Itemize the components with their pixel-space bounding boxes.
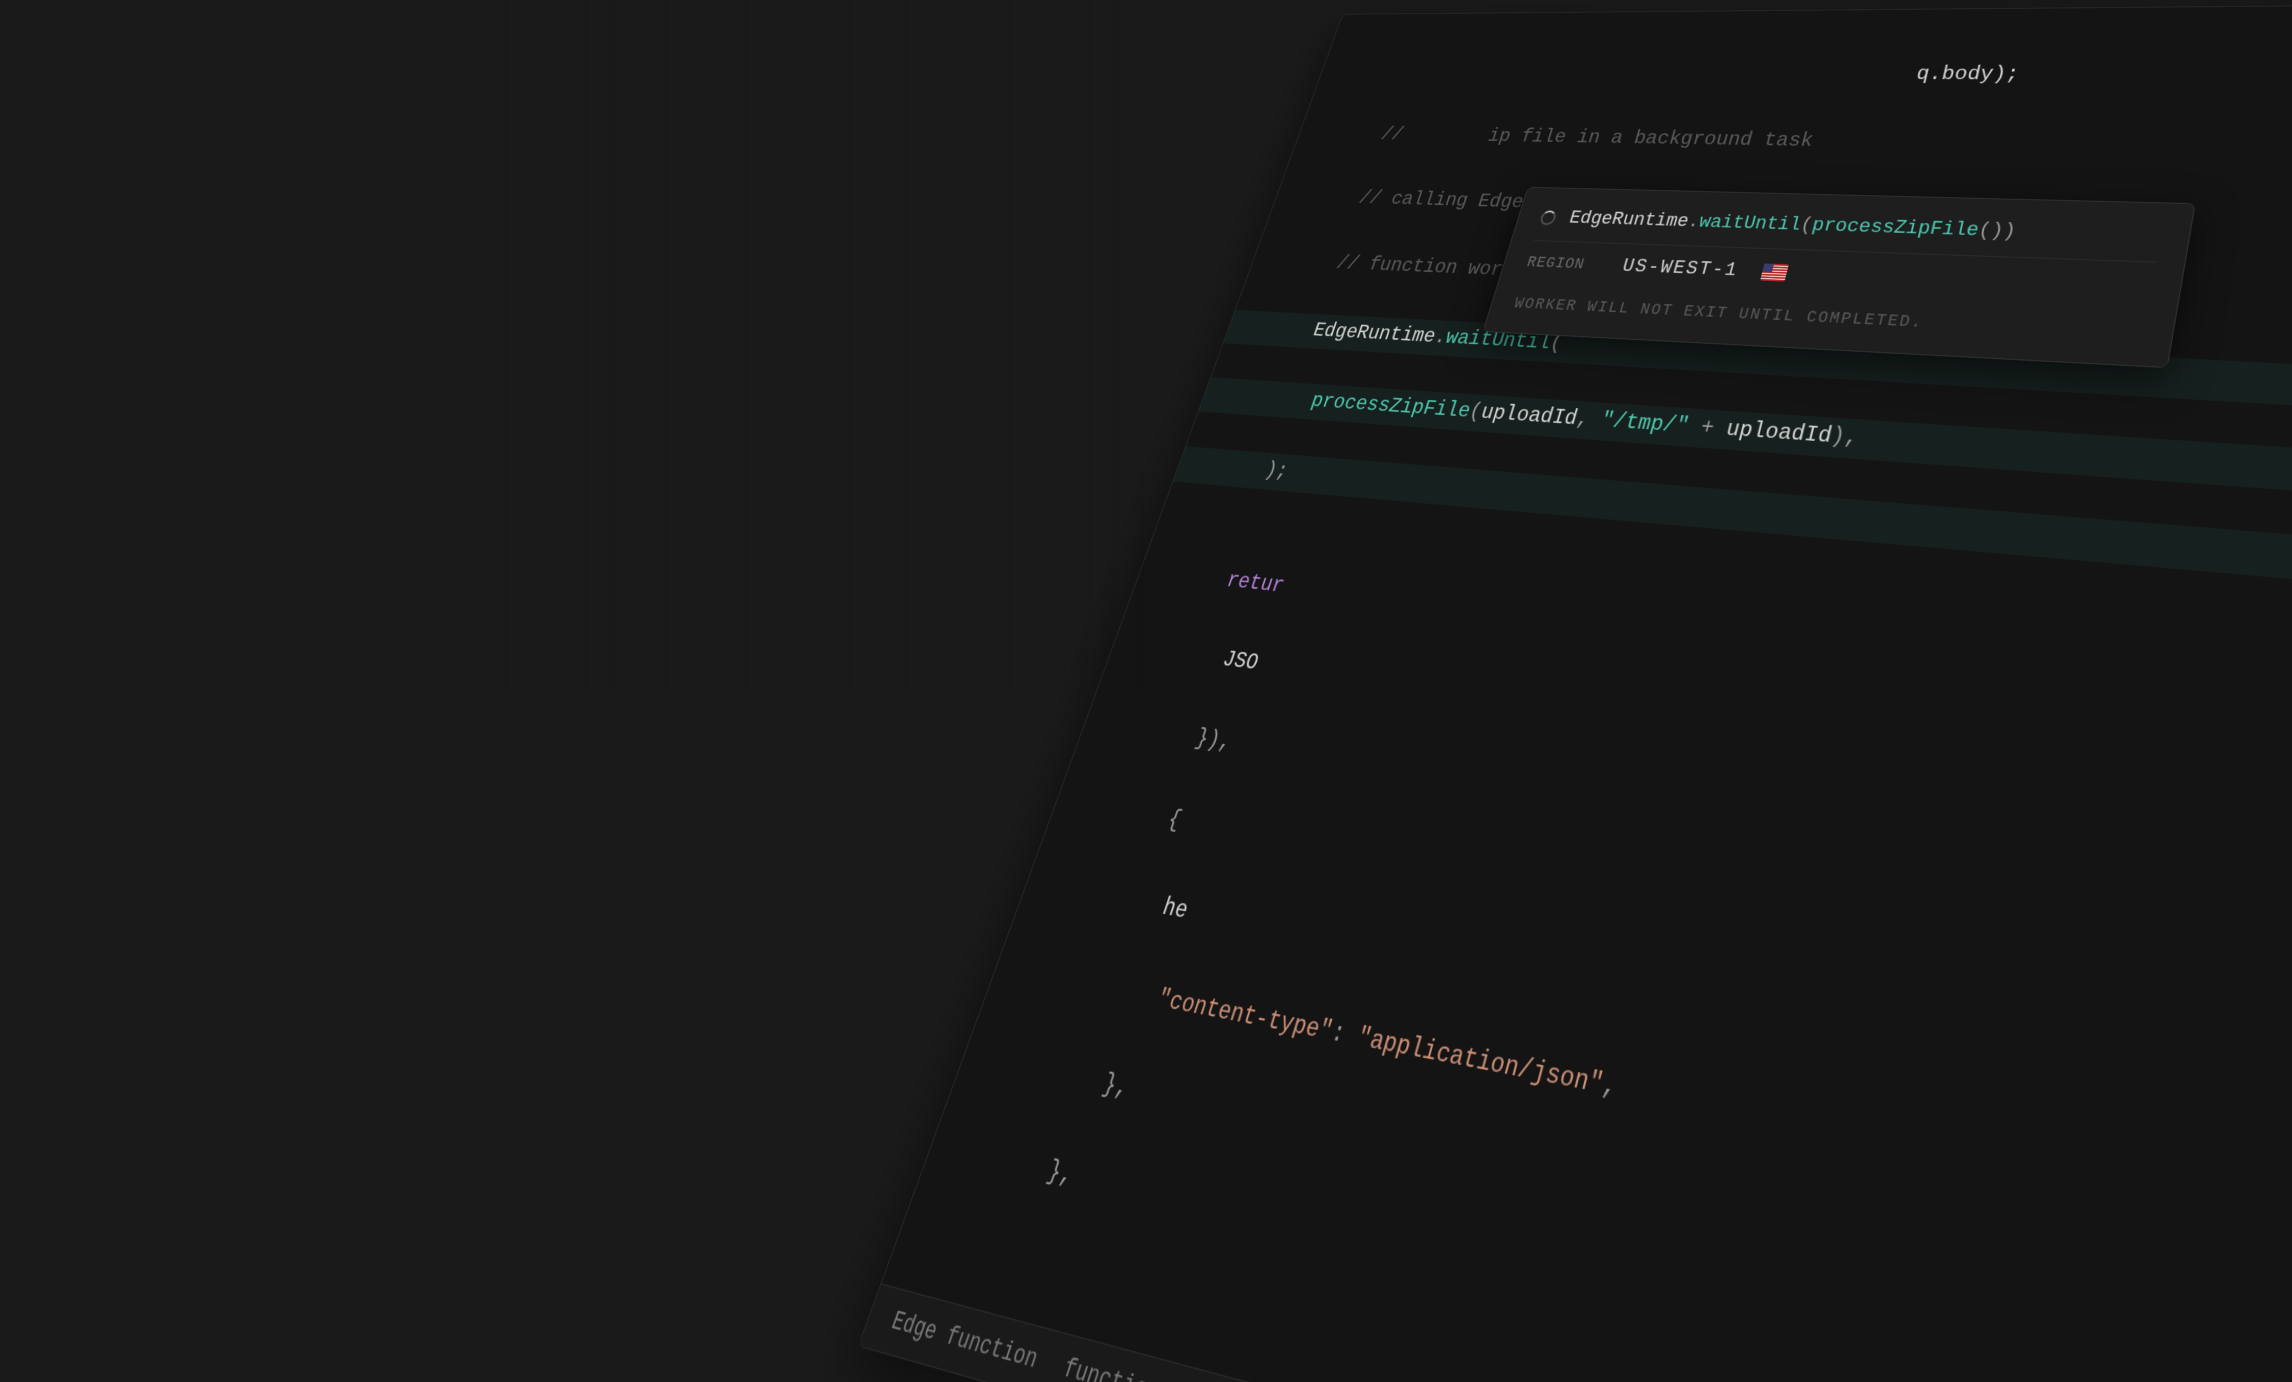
code-token: }), — [1192, 726, 1235, 757]
code-token: processZipFile — [1308, 390, 1474, 424]
code-line: q.body); — [1336, 58, 2292, 95]
code-token: }, — [1099, 1070, 1133, 1105]
code-token: uploadId — [1478, 401, 1580, 431]
region-label: REGION — [1525, 254, 1602, 273]
region-value: US-WEST-1 — [1620, 256, 1741, 282]
code-token: JSO — [1219, 647, 1262, 676]
code-token: "/tmp/" — [1598, 409, 1692, 439]
code-editor: q.body); // ip file in a background task… — [858, 3, 2292, 1382]
code-token: uploadId — [1723, 417, 1834, 449]
code-token: { — [1164, 807, 1185, 835]
fade-overlay — [0, 0, 1146, 691]
code-token: he — [1159, 894, 1192, 926]
code-token: ), — [1828, 424, 1861, 451]
code-token: q.body); — [1914, 64, 2021, 86]
spinner-icon — [1539, 210, 1558, 225]
tooltip-title-text: EdgeRuntime.waitUntil(processZipFile()) — [1567, 208, 2018, 243]
code-token: retur — [1223, 569, 1287, 599]
code-token: "application/json" — [1353, 1023, 1607, 1101]
code-token: EdgeRuntime — [1310, 320, 1439, 349]
code-token: waitUntil — [1697, 212, 1804, 236]
code-token: ); — [1261, 459, 1291, 484]
code-token: "content-type" — [1153, 985, 1336, 1048]
code-token: }, — [1043, 1157, 1077, 1193]
code-token: EdgeRuntime — [1567, 208, 1691, 232]
us-flag-icon — [1760, 263, 1789, 281]
code-line: // ip file in a background task — [1314, 119, 2292, 171]
code-comment: // ip file in a background task — [1378, 125, 1816, 153]
code-token: processZipFile — [1810, 215, 1981, 241]
